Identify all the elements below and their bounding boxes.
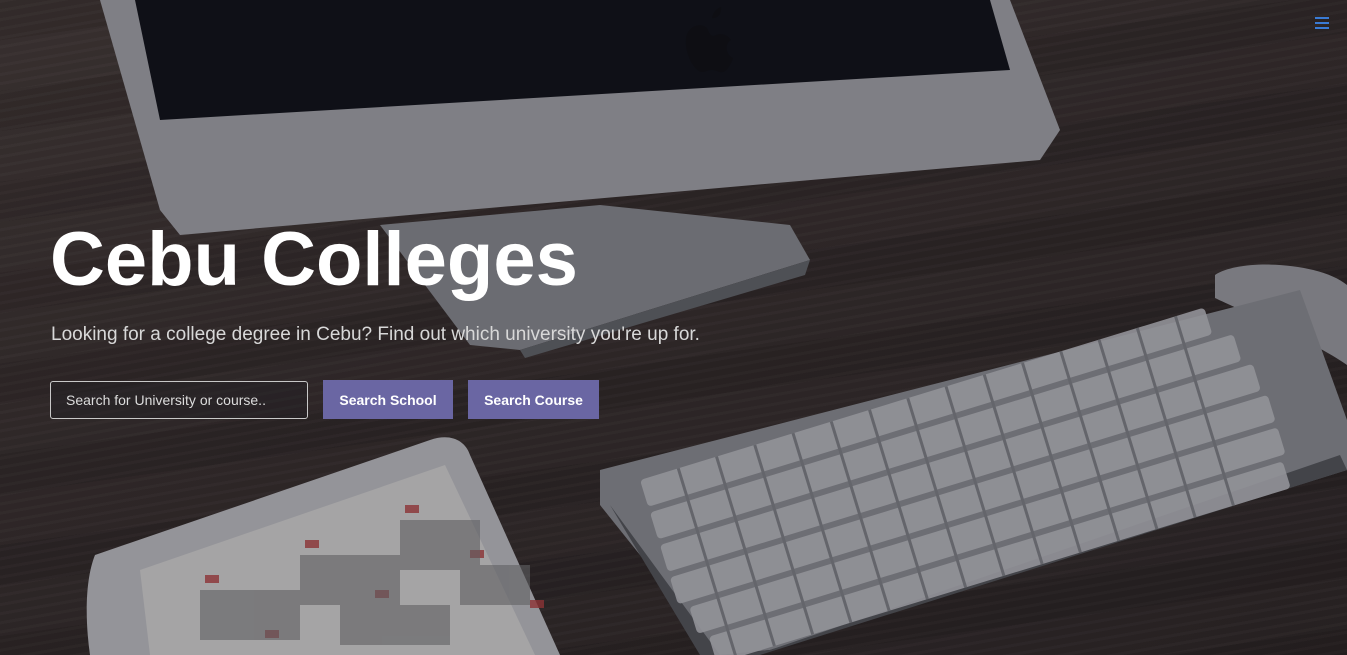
- search-bar: Search School Search Course: [50, 380, 700, 419]
- page-subtitle: Looking for a college degree in Cebu? Fi…: [51, 324, 700, 345]
- hero-section: Cebu Colleges Looking for a college degr…: [0, 0, 1347, 655]
- page-title: Cebu Colleges: [50, 217, 578, 302]
- search-course-button[interactable]: Search Course: [468, 380, 599, 419]
- search-school-button[interactable]: Search School: [323, 380, 453, 419]
- hero-content: Cebu Colleges Looking for a college degr…: [50, 215, 700, 419]
- hamburger-menu-icon[interactable]: [1315, 17, 1329, 29]
- search-input[interactable]: [50, 380, 308, 419]
